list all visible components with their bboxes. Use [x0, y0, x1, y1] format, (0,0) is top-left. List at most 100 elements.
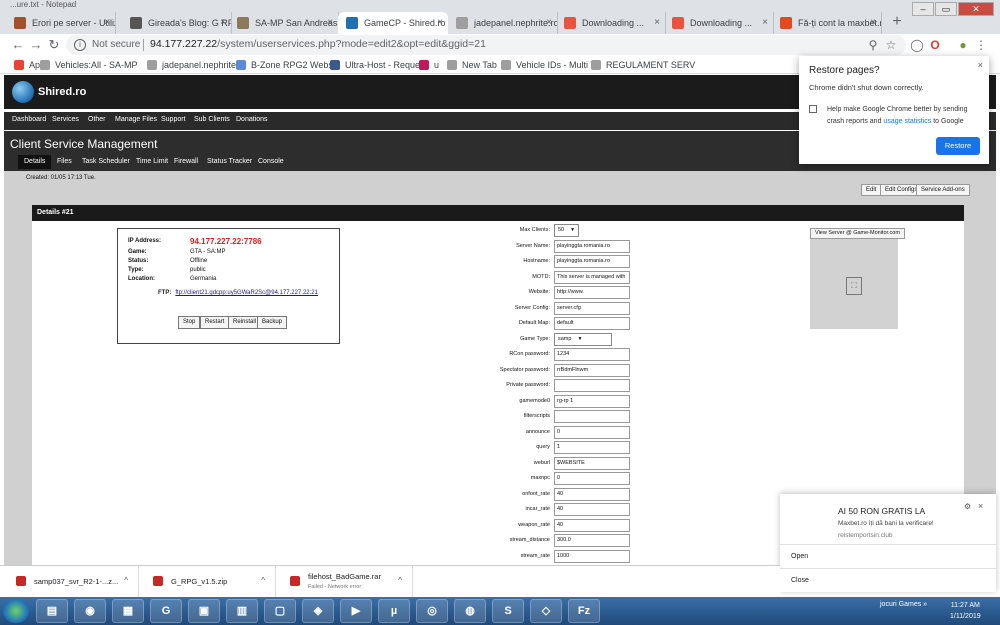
private-password-input[interactable] — [554, 379, 630, 392]
taskbar-app-icon[interactable]: Fz — [568, 599, 600, 623]
browser-tab[interactable]: Downloading ... × — [664, 12, 774, 34]
bookmark-item[interactable]: New Tab — [447, 58, 497, 72]
view-server-monitor-button[interactable]: View Server @ Game-Monitor.com — [810, 228, 905, 239]
usage-statistics-link[interactable]: usage statistics — [883, 118, 931, 125]
tab-close-icon[interactable]: × — [437, 12, 443, 34]
bookmark-item[interactable]: B-Zone RPG2 Websit — [236, 58, 337, 72]
nav-item-support[interactable]: Support — [161, 116, 186, 123]
tab-status-tracker[interactable]: Status Tracker — [201, 155, 258, 169]
bookmark-item[interactable]: Vehicle IDs - Multi Th — [501, 58, 601, 72]
motd-input[interactable]: This server is managed with — [554, 270, 630, 284]
tab-close-icon[interactable]: × — [104, 12, 110, 34]
minimize-button[interactable]: – — [912, 2, 934, 16]
notification-open-button[interactable]: Open — [780, 544, 996, 568]
taskbar-app-icon[interactable]: ▶ — [340, 599, 372, 623]
server-name-input[interactable]: playinggta.romania.ro — [554, 239, 630, 253]
nav-item-sub-clients[interactable]: Sub Clients — [194, 116, 230, 123]
browser-tab[interactable]: SA-MP San Andreas M × — [229, 12, 339, 34]
bookmark-star-icon[interactable]: ☆ — [884, 38, 898, 52]
tab-details[interactable]: Details — [18, 155, 52, 169]
edit-button[interactable]: Edit — [861, 184, 882, 196]
onfoot-rate-input[interactable]: 40 — [554, 487, 630, 501]
address-bar[interactable]: i Not secure 94.177.227.22/system/userse… — [66, 35, 906, 55]
tab-close-icon[interactable]: × — [546, 12, 552, 34]
download-menu-chevron-icon[interactable]: ^ — [261, 576, 265, 585]
system-clock[interactable]: 11:27 AM 1/11/2019 — [950, 600, 981, 622]
taskbar-app-icon[interactable]: G — [150, 599, 182, 623]
gamemode0-input[interactable]: rg-rp 1 — [554, 394, 630, 408]
taskbar-app-icon[interactable]: ◍ — [454, 599, 486, 623]
download-item[interactable]: samp037_svr_R2-1-...z... ^ — [4, 566, 139, 598]
game-type-select[interactable]: samp ▼ — [554, 332, 612, 346]
query-input[interactable]: 1 — [554, 441, 630, 454]
nav-item-manage-files[interactable]: Manage Files — [115, 116, 157, 123]
filterscripts-input[interactable] — [554, 410, 630, 423]
shired-logo-icon[interactable] — [12, 81, 34, 103]
restore-close-icon[interactable]: × — [978, 60, 983, 70]
taskbar-app-icon[interactable]: ▣ — [188, 599, 220, 623]
logo-text[interactable]: Shired.ro — [38, 86, 86, 98]
weapon-rate-input[interactable]: 40 — [554, 518, 630, 532]
tab-close-icon[interactable]: × — [654, 12, 660, 34]
website-input[interactable]: http://www. — [554, 286, 630, 299]
forward-icon[interactable]: → — [28, 37, 44, 53]
crash-report-checkbox[interactable] — [809, 105, 817, 113]
bookmark-item[interactable]: jadepanel.nephrite.ro — [147, 58, 247, 72]
rcon-password-input[interactable]: 1234 — [554, 348, 630, 361]
window-close-button[interactable]: ✕ — [958, 2, 994, 16]
taskbar-app-icon[interactable]: ◇ — [530, 599, 562, 623]
back-icon[interactable]: ← — [10, 37, 26, 53]
zoom-search-icon[interactable]: ⚲ — [866, 38, 880, 52]
download-item[interactable]: G_RPG_v1.5.zip ^ — [141, 566, 276, 598]
nav-item-services[interactable]: Services — [52, 116, 79, 123]
taskbar-app-icon[interactable]: ◈ — [302, 599, 334, 623]
incar-rate-input[interactable]: 40 — [554, 503, 630, 516]
browser-tab[interactable]: Downloading ... × — [556, 12, 666, 34]
opera-extension-icon[interactable]: O — [928, 38, 942, 52]
backup-button[interactable]: Backup — [257, 316, 288, 329]
notification-settings-icon[interactable]: ⚙ — [964, 502, 971, 511]
url-text[interactable]: 94.177.227.22/system/userservices.php?mo… — [150, 38, 486, 50]
hostname-input[interactable]: playinggta.romania.ro — [554, 255, 630, 268]
notification-close-icon[interactable]: × — [978, 501, 983, 511]
tab-close-icon[interactable]: × — [870, 12, 876, 34]
maxnpc-input[interactable]: 0 — [554, 472, 630, 485]
new-tab-button[interactable]: + — [888, 13, 906, 31]
profile-avatar-icon[interactable]: ● — [956, 38, 970, 52]
default-map-input[interactable]: default — [554, 317, 630, 330]
restore-button[interactable]: Restore — [936, 137, 980, 155]
tab-close-icon[interactable]: × — [762, 12, 768, 34]
taskbar-app-icon[interactable]: ◉ — [74, 599, 106, 623]
restart-button[interactable]: Restart — [200, 316, 230, 329]
tab-console[interactable]: Console — [252, 155, 290, 169]
stream-rate-input[interactable]: 1000 — [554, 549, 630, 563]
ftp-link[interactable]: ftp://client21.gdcpp:uy5GWaR2Sc@94.177.2… — [175, 290, 318, 296]
bookmark-item[interactable]: u — [419, 58, 439, 72]
spectator-password-input[interactable]: rrBdmFlnwm — [554, 363, 630, 377]
maximize-button[interactable]: ▭ — [935, 2, 957, 16]
tray-toolbar-labels[interactable]: jocuri Games » — [880, 601, 927, 608]
max-clients-select[interactable]: 50 ▼ — [554, 224, 580, 237]
taskbar-app-icon[interactable]: ▥ — [226, 599, 258, 623]
reload-icon[interactable]: ↻ — [46, 37, 62, 53]
download-item[interactable]: filehost_BadGame.rar Failed - Network err… — [278, 566, 413, 598]
taskbar-app-icon[interactable]: ▤ — [36, 599, 68, 623]
notification-close-button[interactable]: Close — [780, 568, 996, 592]
nav-item-donations[interactable]: Donations — [236, 116, 268, 123]
taskbar-app-icon[interactable]: S — [492, 599, 524, 623]
download-menu-chevron-icon[interactable]: ^ — [398, 576, 402, 585]
stream-distance-input[interactable]: 300.0 — [554, 534, 630, 547]
menu-icon[interactable]: ⋮ — [974, 38, 988, 52]
extension-icon[interactable]: ◯ — [910, 38, 924, 52]
bookmark-item[interactable]: REGULAMENT SERV — [591, 58, 695, 72]
tab-task-scheduler[interactable]: Task Scheduler — [76, 155, 136, 169]
site-info-icon[interactable]: i — [74, 39, 86, 51]
service-addons-button[interactable]: Service Add-ons — [916, 184, 970, 196]
nav-item-other[interactable]: Other — [88, 116, 106, 123]
taskbar-app-icon[interactable]: ◎ — [416, 599, 448, 623]
taskbar-app-icon[interactable]: ▢ — [264, 599, 296, 623]
tab-close-icon[interactable]: × — [327, 12, 333, 34]
taskbar-app-icon[interactable]: ▦ — [112, 599, 144, 623]
download-menu-chevron-icon[interactable]: ^ — [124, 576, 128, 585]
browser-tab[interactable]: Fă-ți cont la maxbet.ro × — [772, 12, 882, 34]
